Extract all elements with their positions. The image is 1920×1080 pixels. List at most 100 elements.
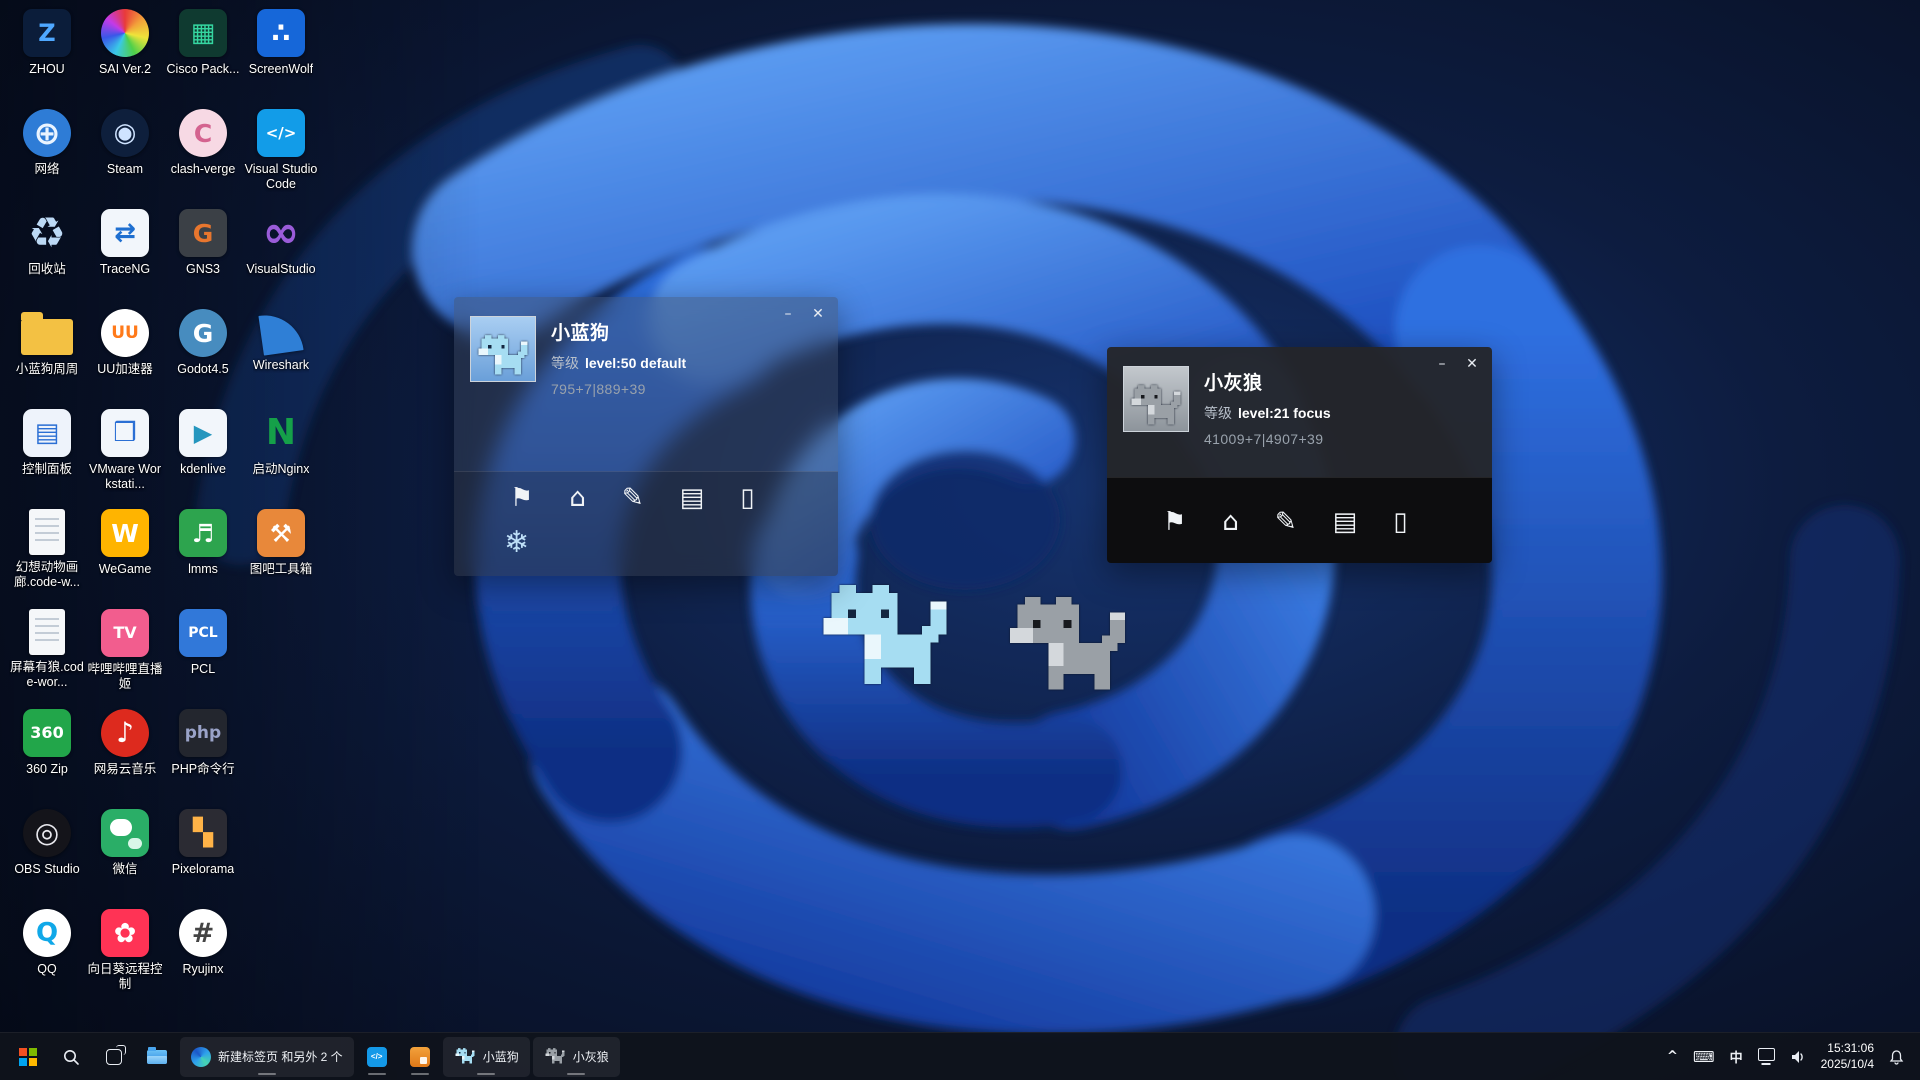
edge-window-button[interactable]: 新建标签页 和另外 2 个 [180,1037,354,1077]
desktop-icon[interactable]: ▤ 控制面板 [8,404,86,504]
desktop-icon[interactable]: ⚒ 图吧工具箱 [242,504,320,604]
desktop-icon[interactable]: ⊕ 网络 [8,104,86,204]
desktop-icon-image: ∞ [257,209,305,257]
desktop-icon[interactable]: W WeGame [86,504,164,604]
start-button[interactable] [8,1037,48,1077]
desktop-icon[interactable]: ◎ OBS Studio [8,804,86,904]
minimize-button[interactable]: – [776,303,800,325]
pet-action-bar: ⚑ ⌂ ✎ ▤ ▯ [454,471,838,522]
close-button[interactable]: ✕ [1460,353,1484,375]
phone-icon[interactable]: ▯ [740,485,754,511]
phone-icon[interactable]: ▯ [1393,509,1407,535]
desktop-icon[interactable]: # Ryujinx [164,904,242,1004]
desktop-icon-image: 360 [23,709,71,757]
ime-indicator[interactable]: 中 [1730,1047,1743,1066]
brush-icon[interactable]: ✎ [622,485,644,511]
desktop-icon[interactable]: N 启动Nginx [242,404,320,504]
desktop-icon-label: 哔哩哔哩直播姬 [87,662,163,692]
desktop-icon[interactable]: PCL PCL [164,604,242,704]
minimize-button[interactable]: – [1430,353,1454,375]
vscode-button[interactable]: </> [357,1037,397,1077]
desktop-icon-image: ⚒ [257,509,305,557]
desktop-icon[interactable]: G Godot4.5 [164,304,242,404]
level-label: 等级 [1204,405,1232,421]
pet-widget-wolf[interactable]: – ✕ 小灰狼 等级level:21 focus 41009+7|4907+39… [1107,347,1492,563]
pet-wolf-window-button[interactable]: 小灰狼 [533,1037,620,1077]
search-button[interactable] [51,1037,91,1077]
windows-logo-icon [19,1048,37,1066]
desktop-icon[interactable]: Wireshark [242,304,320,404]
desktop-icon[interactable]: UU UU加速器 [86,304,164,404]
flag-icon[interactable]: ⚑ [1163,509,1186,535]
desktop-icon[interactable]: C clash-verge [164,104,242,204]
desktop-icon-glyph: ⊕ [34,117,61,149]
desktop-icon[interactable]: ∞ VisualStudio [242,204,320,304]
book-icon[interactable]: ▤ [1333,509,1358,535]
desktop-icon-label: GNS3 [186,262,220,277]
touch-keyboard-icon[interactable]: ⌨ [1693,1048,1715,1066]
desktop-icon[interactable]: ♪ 网易云音乐 [86,704,164,804]
desktop-icon[interactable]: ✿ 向日葵远程控制 [86,904,164,1004]
desktop-icon[interactable]: ▚ Pixelorama [164,804,242,904]
desktop-icon[interactable]: ◉ Steam [86,104,164,204]
desktop-icon[interactable]: ▶ kdenlive [164,404,242,504]
desktop-icon-label: 向日葵远程控制 [87,962,163,992]
desktop-icon[interactable]: 微信 [86,804,164,904]
taskbar: 新建标签页 和另外 2 个 </> 小蓝狗 小灰狼 ^ ⌨ 中 [0,1032,1920,1080]
desktop-icon[interactable]: ▦ Cisco Pack... [164,4,242,104]
home-icon[interactable]: ⌂ [1222,509,1239,535]
desktop-icon[interactable]: ❒ VMware Workstati... [86,404,164,504]
desktop-icon[interactable]: php PHP命令行 [164,704,242,804]
desktop-icon[interactable]: 屏幕有狼.code-wor... [8,604,86,704]
hidden-icons-chevron[interactable]: ^ [1667,1049,1678,1064]
desktop-icon-glyph: ✿ [114,920,137,947]
home-icon[interactable]: ⌂ [569,485,586,511]
desktop-icon-glyph: </> [266,126,297,141]
desktop-icon-image: ⇄ [101,209,149,257]
system-tray: ^ ⌨ 中 15:31:06 2025/10/4 [1667,1041,1912,1072]
desktop-icon[interactable]: G GNS3 [164,204,242,304]
file-explorer-button[interactable] [137,1037,177,1077]
desktop-icon[interactable]: Q QQ [8,904,86,1004]
desktop-icon[interactable]: 小蓝狗周周 [8,304,86,404]
snowflake-icon[interactable]: ❄ [504,528,529,558]
wolf-avatar [1123,366,1189,432]
clock[interactable]: 15:31:06 2025/10/4 [1821,1041,1874,1072]
pixel-dog-sprite [815,585,955,692]
flag-icon[interactable]: ⚑ [510,485,533,511]
desktop-icon-image: TV [101,609,149,657]
desktop-icon[interactable]: ♬ lmms [164,504,242,604]
pet-dog-window-button[interactable]: 小蓝狗 [443,1037,530,1077]
orange-app-button[interactable] [400,1037,440,1077]
pet-action-glyph: ⚑ [1163,507,1186,537]
desktop-icon[interactable]: SAI Ver.2 [86,4,164,104]
desktop-icon-label: WeGame [99,562,152,577]
desktop-icon[interactable]: ∴ ScreenWolf [242,4,320,104]
desktop-icon[interactable]: TV 哔哩哔哩直播姬 [86,604,164,704]
brush-icon[interactable]: ✎ [1275,509,1297,535]
desktop-icon[interactable]: ⇄ TraceNG [86,204,164,304]
desktop-pet-wolf[interactable] [1002,597,1133,697]
desktop-icon[interactable]: ♻ 回收站 [8,204,86,304]
level-value: level:50 default [585,355,686,371]
desktop-icon[interactable]: </> Visual Studio Code [242,104,320,204]
pet-widget-dog[interactable]: – ✕ 小蓝狗 等级level:50 default 795+7|889+39 … [454,297,838,576]
notification-button[interactable] [1889,1049,1904,1065]
task-view-button[interactable] [94,1037,134,1077]
desktop-icon-label: VMware Workstati... [87,462,163,492]
desktop-icon[interactable]: Z ZHOU [8,4,86,104]
close-button[interactable]: ✕ [806,303,830,325]
desktop-icon-image: ❒ [101,409,149,457]
desktop-icon-label: OBS Studio [14,862,79,877]
desktop-icon[interactable]: 幻想动物画廊.code-w... [8,504,86,604]
desktop-pet-dog[interactable] [815,585,955,692]
desktop-icon-label: VisualStudio [246,262,315,277]
desktop-icon-label: PHP命令行 [171,762,234,777]
desktop-icon-label: ScreenWolf [249,62,313,77]
volume-button[interactable] [1790,1049,1806,1065]
book-icon[interactable]: ▤ [680,485,705,511]
desktop-icon-label: SAI Ver.2 [99,62,151,77]
desktop-icon[interactable]: 360 360 Zip [8,704,86,804]
network-button[interactable] [1758,1048,1775,1065]
desktop-icon-image: ▤ [23,409,71,457]
